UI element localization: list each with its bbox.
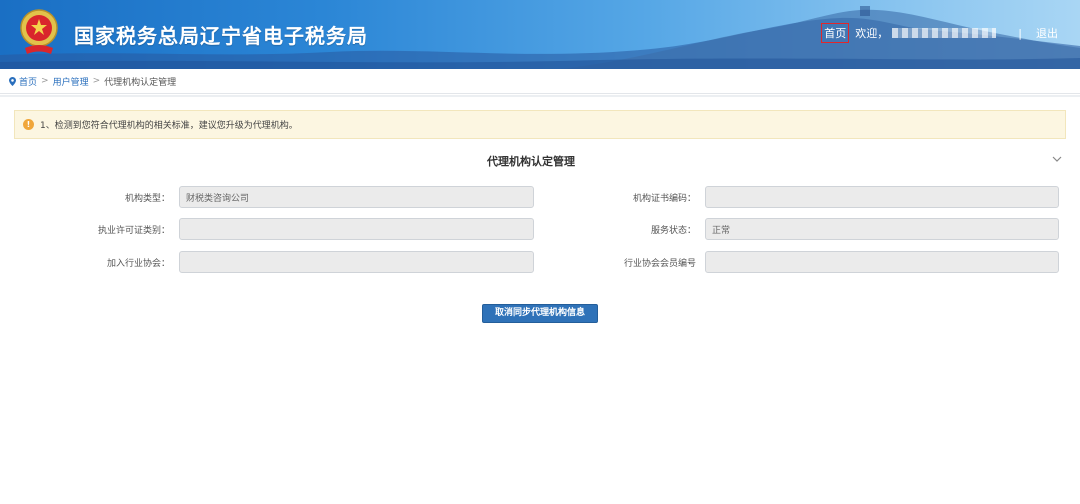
site-header: 国家税务总局辽宁省电子税务局 首页 欢迎， | 退出 [0, 0, 1080, 69]
welcome-text: 欢迎， [855, 27, 889, 40]
site-title: 国家税务总局辽宁省电子税务局 [74, 24, 368, 48]
breadcrumb-user-management[interactable]: 用户管理 [53, 75, 89, 88]
tax-emblem-icon [20, 9, 58, 54]
chevron-down-icon[interactable] [1052, 155, 1062, 163]
association-field[interactable] [179, 251, 534, 273]
nav-separator: | [1018, 26, 1022, 40]
org-type-label: 机构类型： [124, 194, 170, 204]
top-navigation: 首页 欢迎， | 退出 [821, 23, 1058, 43]
form-row: 执业许可证类别： 服务状态： [0, 218, 1080, 240]
notice-banner: ! 1、检测到您符合代理机构的相关标准，建议您升级为代理机构。 [14, 110, 1066, 139]
masked-username [892, 28, 997, 38]
member-number-label: 行业协会会员编号 [623, 259, 696, 269]
member-number-field[interactable] [705, 251, 1059, 273]
license-category-label: 执业许可证类别： [97, 226, 170, 236]
service-status-field[interactable] [705, 218, 1059, 240]
license-category-field[interactable] [179, 218, 534, 240]
cancel-sync-button[interactable]: 取消同步代理机构信息 [482, 304, 598, 323]
breadcrumb: 首页 > 用户管理 > 代理机构认定管理 [0, 69, 1080, 94]
cert-code-field[interactable] [705, 186, 1059, 208]
association-label: 加入行业协会： [106, 259, 170, 269]
breadcrumb-current: 代理机构认定管理 [104, 77, 177, 88]
location-pin-icon [9, 76, 16, 86]
service-status-label: 服务状态： [650, 226, 696, 236]
warning-icon: ! [23, 119, 34, 130]
cert-code-label: 机构证书编码： [632, 194, 696, 204]
form-row: 机构类型： 机构证书编码： [0, 186, 1080, 208]
breadcrumb-separator: > [41, 76, 49, 86]
breadcrumb-home[interactable]: 首页 [19, 75, 37, 88]
logout-link[interactable]: 退出 [1036, 25, 1058, 41]
notice-text: 1、检测到您符合代理机构的相关标准，建议您升级为代理机构。 [40, 121, 298, 131]
form-row: 加入行业协会： 行业协会会员编号 [0, 251, 1080, 273]
home-link[interactable]: 首页 [821, 23, 850, 43]
org-type-field[interactable] [179, 186, 534, 208]
breadcrumb-separator: > [92, 76, 101, 86]
section-title: 代理机构认定管理 [487, 155, 575, 168]
main-panel: ! 1、检测到您符合代理机构的相关标准，建议您升级为代理机构。 代理机构认定管理… [0, 95, 1080, 504]
